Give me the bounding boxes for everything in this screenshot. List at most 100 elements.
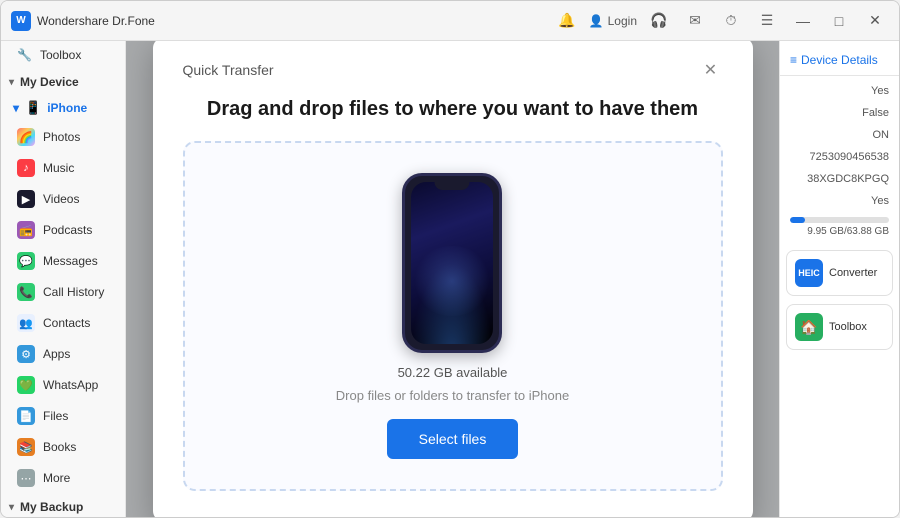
center-area: Quick Transfer ✕ Drag and drop files to … [126,41,779,517]
sidebar-section-my-backup[interactable]: ▾ My Backup [1,494,125,517]
dialog-close-button[interactable]: ✕ [699,58,723,82]
chevron-down-icon-backup: ▾ [9,502,14,513]
storage-info: 50.22 GB available [398,365,508,380]
sidebar-item-iphone[interactable]: ▾ 📱 iPhone [1,95,125,121]
select-files-button[interactable]: Select files [387,419,519,459]
detail-row-4: 38XGDC8KPGQ [780,168,899,190]
files-label: Files [43,409,68,423]
sidebar-item-files[interactable]: 📄 Files [5,401,121,431]
sidebar-item-apps[interactable]: ⚙ Apps [5,339,121,369]
more-label: More [43,471,70,485]
contacts-icon: 👥 [17,314,35,332]
phone-image-container: 50.22 GB available [398,173,508,380]
sidebar-section-my-device[interactable]: ▾ My Device [1,69,125,95]
heic-icon: HEIC [795,259,823,287]
title-bar-logo: W Wondershare Dr.Fone [11,11,553,31]
my-device-label: My Device [20,75,79,89]
device-details-icon: ≡ [790,53,797,67]
sidebar-item-call-history[interactable]: 📞 Call History [5,277,121,307]
music-icon: ♪ [17,159,35,177]
iphone-label: iPhone [47,101,87,115]
toolbox-widget-label: Toolbox [829,321,867,333]
sidebar-item-books[interactable]: 📚 Books [5,432,121,462]
modal-overlay: Quick Transfer ✕ Drag and drop files to … [126,41,779,517]
screen-design-2 [412,246,492,316]
more-icon: ⋯ [17,469,35,487]
sidebar-item-photos[interactable]: 🌈 Photos [5,122,121,152]
detail-row-3: 7253090456538 [780,146,899,168]
podcasts-icon: 📻 [17,221,35,239]
toolbox-icon: 🔧 [17,48,32,62]
app-logo-icon: W [11,11,31,31]
chevron-down-icon: ▾ [9,77,14,88]
apps-icon: ⚙ [17,345,35,363]
sidebar-item-more[interactable]: ⋯ More [5,463,121,493]
app-window: W Wondershare Dr.Fone 🔔 👤 Login 🎧 ✉ ⏱ ☰ … [0,0,900,518]
messages-label: Messages [43,254,98,268]
phone-screen [411,182,493,344]
books-label: Books [43,440,76,454]
detail-row-2: ON [780,124,899,146]
sidebar-item-music[interactable]: ♪ Music [5,153,121,183]
dialog-title: Quick Transfer [183,62,274,78]
heic-converter-label: Converter [829,267,877,279]
heic-converter-widget[interactable]: HEIC Converter [786,250,893,296]
photos-icon: 🌈 [17,128,35,146]
podcasts-label: Podcasts [43,223,92,237]
history-icon[interactable]: ⏱ [717,7,745,35]
quick-transfer-dialog: Quick Transfer ✕ Drag and drop files to … [153,41,753,517]
device-details-label: Device Details [801,53,878,67]
books-icon: 📚 [17,438,35,456]
right-panel: ≡ Device Details Yes False ON 7253090456… [779,41,899,517]
maximize-button[interactable]: □ [825,7,853,35]
chevron-down-icon-iphone: ▾ [13,101,19,115]
files-icon: 📄 [17,407,35,425]
toolbox-widget[interactable]: 🏠 Toolbox [786,304,893,350]
sidebar-item-podcasts[interactable]: 📻 Podcasts [5,215,121,245]
sidebar: 🔧 Toolbox ▾ My Device ▾ 📱 iPhone 🌈 Photo… [1,41,126,517]
toolbox-widget-icon: 🏠 [795,313,823,341]
music-label: Music [43,161,74,175]
messages-icon: 💬 [17,252,35,270]
call-history-icon: 📞 [17,283,35,301]
mail-icon[interactable]: ✉ [681,7,709,35]
dialog-header: Quick Transfer ✕ [183,58,723,82]
call-history-label: Call History [43,285,104,299]
contacts-label: Contacts [43,316,90,330]
notification-icon[interactable]: 🔔 [553,7,581,35]
device-details-header: ≡ Device Details [780,49,899,76]
minimize-button[interactable]: — [789,7,817,35]
close-button[interactable]: ✕ [861,7,889,35]
dialog-main-title: Drag and drop files to where you want to… [183,98,723,121]
main-content: 🔧 Toolbox ▾ My Device ▾ 📱 iPhone 🌈 Photo… [1,41,899,517]
drop-zone[interactable]: 50.22 GB available Drop files or folders… [183,141,723,491]
storage-bar-fill [790,217,805,223]
sidebar-item-messages[interactable]: 💬 Messages [5,246,121,276]
headphones-icon[interactable]: 🎧 [645,7,673,35]
videos-label: Videos [43,192,79,206]
title-bar: W Wondershare Dr.Fone 🔔 👤 Login 🎧 ✉ ⏱ ☰ … [1,1,899,41]
storage-bar-container: 9.95 GB/63.88 GB [780,212,899,242]
iphone-device-icon: 📱 [25,100,41,116]
detail-row-0: Yes [780,80,899,102]
sidebar-item-whatsapp[interactable]: 💚 WhatsApp [5,370,121,400]
drop-instruction: Drop files or folders to transfer to iPh… [336,388,569,403]
photos-label: Photos [43,130,80,144]
my-backup-label: My Backup [20,500,83,514]
phone-mockup [402,173,502,353]
sidebar-item-toolbox[interactable]: 🔧 Toolbox [5,42,121,68]
videos-icon: ▶ [17,190,35,208]
detail-row-5: Yes [780,190,899,212]
app-title: Wondershare Dr.Fone [37,14,155,28]
detail-row-1: False [780,102,899,124]
title-bar-actions: 🔔 👤 Login 🎧 ✉ ⏱ ☰ — □ ✕ [553,7,889,35]
sidebar-item-contacts[interactable]: 👥 Contacts [5,308,121,338]
apps-label: Apps [43,347,70,361]
storage-bar [790,217,889,223]
storage-text: 9.95 GB/63.88 GB [790,226,889,237]
login-button[interactable]: 👤 Login [589,14,637,28]
menu-icon[interactable]: ☰ [753,7,781,35]
whatsapp-icon: 💚 [17,376,35,394]
sidebar-item-videos[interactable]: ▶ Videos [5,184,121,214]
toolbox-label: Toolbox [40,48,81,62]
